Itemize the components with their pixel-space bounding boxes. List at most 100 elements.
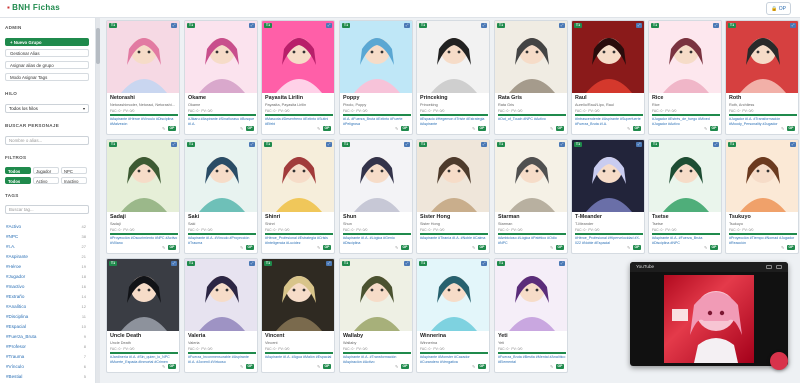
- character-portrait[interactable]: [340, 21, 412, 93]
- edit-icon[interactable]: ✎: [704, 245, 709, 250]
- expand-icon[interactable]: ⤢: [171, 261, 177, 266]
- expand-icon[interactable]: ⤢: [481, 261, 487, 266]
- tag-item[interactable]: #Aspirante 21: [6, 253, 86, 261]
- expand-icon[interactable]: ⤢: [790, 23, 796, 28]
- edit-icon[interactable]: ✎: [781, 126, 786, 131]
- character-card[interactable]: T1 ⤢ Rice Rice FAC: 0 · PV: 0/0 #Jugador #Est…: [648, 20, 722, 135]
- character-card[interactable]: T1 ⤢ Sister Hong Sister Hong FAC: 0 · PV: 0/…: [416, 139, 490, 254]
- character-portrait[interactable]: [340, 140, 412, 212]
- character-card[interactable]: T1 ⤢ Vincent Vincent FAC: 0 · PV: 0/0 #Aspira…: [261, 258, 335, 373]
- character-portrait[interactable]: [107, 140, 179, 212]
- character-card[interactable]: T1 ⤢ T-Meander T-Meander FAC: 0 · PV: 0/0 #Hé…: [571, 139, 645, 254]
- op-badge[interactable]: OP: [401, 126, 409, 131]
- sidebar-scrollbar[interactable]: [96, 18, 100, 383]
- character-card[interactable]: T1 ⤢ Sadaji Sadaji FAC: 0 · PV: 0/0 #Proyecci…: [106, 139, 180, 254]
- video-frame[interactable]: [664, 275, 754, 363]
- op-badge[interactable]: OP: [787, 126, 795, 131]
- assign-group-alias-button[interactable]: Asignar alias de grupo: [5, 61, 89, 69]
- character-portrait[interactable]: [572, 140, 644, 212]
- expand-icon[interactable]: ⤢: [249, 261, 255, 266]
- filter-role-player[interactable]: Jugador: [33, 167, 59, 174]
- expand-icon[interactable]: ⤢: [559, 23, 565, 28]
- expand-icon[interactable]: ⤢: [636, 23, 642, 28]
- edit-icon[interactable]: ✎: [472, 245, 477, 250]
- expand-icon[interactable]: ⤢: [559, 142, 565, 147]
- op-badge[interactable]: OP: [478, 126, 486, 131]
- character-card[interactable]: T1 ⤢ Tsukuyo Tsukuyo FAC: 0 · PV: 0/0 #Proyec…: [725, 139, 799, 254]
- edit-icon[interactable]: ✎: [472, 126, 477, 131]
- edit-icon[interactable]: ✎: [240, 126, 245, 131]
- filter-role-npc[interactable]: NPC: [61, 167, 87, 174]
- character-card[interactable]: T1 ⤢ Poppy Pixolo, Poppy FAC: 0 · PV: 0/0 #I.…: [339, 20, 413, 135]
- manage-alias-button[interactable]: Gestionar Alias: [5, 49, 89, 57]
- character-card[interactable]: T1 ⤢ Wallaby Wallaby FAC: 0 · PV: 0/0 #Aspira…: [339, 258, 413, 373]
- character-card[interactable]: T1 ⤢ Saki Saki FAC: 0 · PV: 0/0 #Aspirante #I…: [184, 139, 258, 254]
- expand-icon[interactable]: ⤢: [481, 142, 487, 147]
- expand-icon[interactable]: ⤢: [713, 142, 719, 147]
- op-badge[interactable]: OP: [168, 364, 176, 369]
- op-badge[interactable]: OP: [478, 364, 486, 369]
- character-portrait[interactable]: [572, 21, 644, 93]
- character-portrait[interactable]: [726, 21, 798, 93]
- edit-icon[interactable]: ✎: [550, 245, 555, 250]
- op-badge[interactable]: OP: [323, 245, 331, 250]
- character-portrait[interactable]: [107, 259, 179, 331]
- character-card[interactable]: T1 ⤢ Rata Gris Rata Gris FAC: 0 · PV: 0/0 #Ou…: [494, 20, 568, 135]
- op-badge[interactable]: OP: [556, 364, 564, 369]
- expand-icon[interactable]: ⤢: [326, 142, 332, 147]
- character-portrait[interactable]: [262, 140, 334, 212]
- op-badge[interactable]: OP: [633, 126, 641, 131]
- character-card[interactable]: T1 ⤢ Shinri Shinri FAC: 0 · PV: 0/0 #Héroe_Pr…: [261, 139, 335, 254]
- close-icon[interactable]: [776, 265, 782, 269]
- character-card[interactable]: T1 ⤢ Roth Roth, Archliess FAC: 0 · PV: 0/0 #J…: [725, 20, 799, 135]
- tag-item[interactable]: #Extraño 14: [6, 293, 86, 301]
- character-card[interactable]: T1 ⤢ Winnerina Winnerina FAC: 0 · PV: 0/0 #As…: [416, 258, 490, 373]
- op-badge[interactable]: OP: [168, 126, 176, 131]
- new-group-button[interactable]: + Nuevo Grupo: [5, 38, 89, 46]
- op-toggle-button[interactable]: 🔒 OP: [766, 2, 791, 15]
- op-badge[interactable]: OP: [246, 126, 254, 131]
- op-badge[interactable]: OP: [633, 245, 641, 250]
- character-portrait[interactable]: [107, 21, 179, 93]
- tag-mode-button[interactable]: Modo Asignar Tags: [5, 73, 89, 81]
- character-card[interactable]: T1 ⤢ Tsetse Tsetse FAC: 0 · PV: 0/0 #Aspirant…: [648, 139, 722, 254]
- tag-item[interactable]: #Analítico 12: [6, 303, 86, 311]
- character-portrait[interactable]: [417, 21, 489, 93]
- tag-item[interactable]: #Bestial 5: [6, 373, 86, 381]
- edit-icon[interactable]: ✎: [704, 126, 709, 131]
- edit-icon[interactable]: ✎: [550, 364, 555, 369]
- character-portrait[interactable]: [649, 21, 721, 93]
- tag-item[interactable]: #Jugador 18: [6, 273, 86, 281]
- expand-icon[interactable]: ⤢: [171, 23, 177, 28]
- character-portrait[interactable]: [495, 21, 567, 93]
- tag-item[interactable]: #Vínculo 6: [6, 363, 86, 371]
- filter-role-all[interactable]: Todos: [5, 167, 31, 174]
- tag-item[interactable]: #Activo 42: [6, 223, 86, 231]
- floating-action-button[interactable]: [770, 352, 788, 370]
- tag-item[interactable]: #Fuerza_Bruta 9: [6, 333, 86, 341]
- edit-icon[interactable]: ✎: [162, 364, 167, 369]
- edit-icon[interactable]: ✎: [395, 364, 400, 369]
- expand-icon[interactable]: ⤢: [326, 261, 332, 266]
- character-card[interactable]: T1 ⤢ Valeria Valeria FAC: 0 · PV: 0/0 #Fuerza…: [184, 258, 258, 373]
- tag-item[interactable]: #I.A. 27: [6, 243, 86, 251]
- video-player[interactable]: YouTube: [630, 262, 788, 366]
- edit-icon[interactable]: ✎: [317, 245, 322, 250]
- edit-icon[interactable]: ✎: [162, 245, 167, 250]
- tag-item[interactable]: #Disciplina 11: [6, 313, 86, 321]
- expand-icon[interactable]: ⤢: [790, 142, 796, 147]
- op-badge[interactable]: OP: [168, 245, 176, 250]
- op-badge[interactable]: OP: [401, 245, 409, 250]
- character-portrait[interactable]: [262, 21, 334, 93]
- expand-icon[interactable]: ⤢: [559, 261, 565, 266]
- character-portrait[interactable]: [649, 140, 721, 212]
- edit-icon[interactable]: ✎: [395, 245, 400, 250]
- character-card[interactable]: T1 ⤢ Payasita Lirilin Payasita, Payasita Li…: [261, 20, 335, 135]
- expand-icon[interactable]: ⤢: [171, 142, 177, 147]
- edit-icon[interactable]: ✎: [627, 126, 632, 131]
- edit-icon[interactable]: ✎: [781, 245, 786, 250]
- op-badge[interactable]: OP: [710, 126, 718, 131]
- expand-icon[interactable]: ⤢: [326, 23, 332, 28]
- character-portrait[interactable]: [185, 140, 257, 212]
- edit-icon[interactable]: ✎: [472, 364, 477, 369]
